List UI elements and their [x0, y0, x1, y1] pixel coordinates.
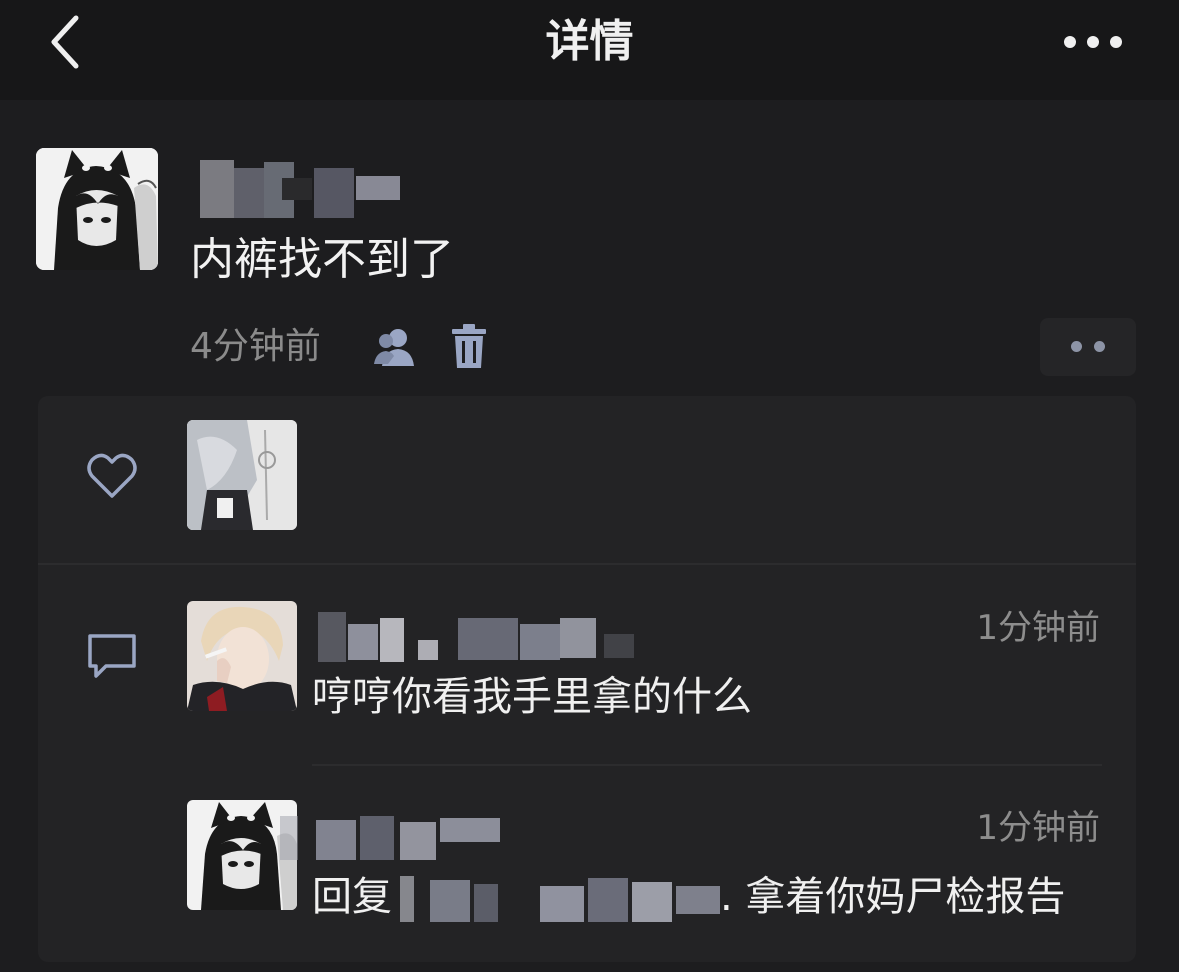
- post-author-avatar[interactable]: [36, 148, 158, 270]
- reply-author-name-blurred: [280, 806, 506, 866]
- commenter-avatar[interactable]: [187, 601, 297, 711]
- trash-icon[interactable]: [450, 324, 488, 370]
- post-author-name-blurred: [196, 158, 406, 222]
- comment-time: 1分钟前: [976, 608, 1100, 648]
- friends-visible-icon[interactable]: [372, 326, 420, 368]
- comment-text[interactable]: 哼哼你看我手里拿的什么: [312, 670, 752, 724]
- commenter-name-blurred: [314, 604, 644, 664]
- more-dots-icon[interactable]: [1058, 22, 1128, 62]
- reply-text[interactable]: . 拿着你妈尸检报告: [720, 870, 1065, 924]
- comment-bubble-icon: [84, 630, 140, 682]
- post-time: 4分钟前: [190, 326, 321, 367]
- liker-avatar[interactable]: [187, 420, 297, 530]
- comment-like-action-button[interactable]: [1040, 318, 1136, 376]
- reply-label: 回复: [312, 874, 392, 920]
- panel-divider: [38, 563, 1136, 565]
- page-title: 详情: [545, 16, 634, 67]
- post-text: 内裤找不到了: [190, 234, 454, 285]
- reply-time: 1分钟前: [976, 808, 1100, 848]
- comment-divider: [312, 764, 1102, 766]
- heart-icon: [84, 448, 140, 504]
- reply-target-name-blurred: [400, 866, 724, 926]
